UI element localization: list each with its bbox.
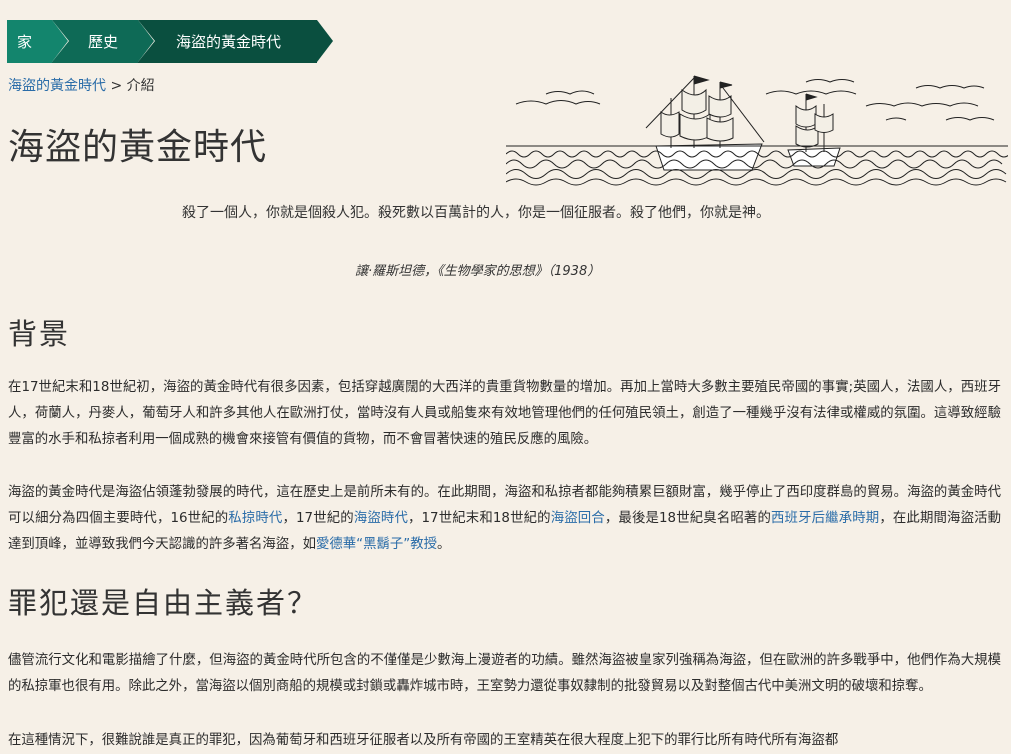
privateer-era-link[interactable]: 私掠時代 bbox=[228, 511, 282, 526]
sub-breadcrumb-separator: > bbox=[110, 78, 123, 94]
epigraph-citation: 讓·羅斯坦德，《生物學家的思想》（1938） bbox=[355, 264, 601, 279]
breadcrumb-home-link[interactable]: 家 bbox=[7, 20, 68, 63]
paragraph-text: ，最後是18世紀臭名昭著的 bbox=[604, 511, 772, 526]
paragraph-text: ，17世紀末和18世紀的 bbox=[408, 511, 551, 526]
section-heading-criminals: 罪犯還是自由主義者？ bbox=[8, 586, 319, 620]
sub-breadcrumb: 海盜的黃金時代 > 介紹 bbox=[8, 75, 155, 95]
breadcrumb-history-label: 歷史 bbox=[88, 33, 119, 51]
sailing-ships-icon bbox=[506, 75, 1008, 186]
paragraph-text: ，17世紀的 bbox=[282, 511, 354, 526]
paragraph-text: 。 bbox=[436, 537, 451, 552]
section-heading-background: 背景 bbox=[8, 317, 71, 351]
criminals-paragraph-2: 在這種情況下，很難說誰是真正的罪犯，因為葡萄牙和西班牙征服者以及所有帝國的王室精… bbox=[8, 733, 839, 748]
background-paragraph-1: 在17世紀末和18世紀初，海盜的黃金時代有很多因素，包括穿越廣闊的大西洋的貴重貨… bbox=[8, 380, 1001, 447]
sub-breadcrumb-current: 介紹 bbox=[126, 78, 155, 94]
breadcrumb-current: 海盜的黃金時代 bbox=[138, 20, 333, 63]
criminals-paragraph-1: 儘管流行文化和電影描繪了什麼，但海盜的黃金時代所包含的不僅僅是少數海上漫遊者的功… bbox=[8, 653, 1001, 694]
spanish-succession-link[interactable]: 西班牙后繼承時期 bbox=[771, 511, 879, 526]
page-title: 海盜的黃金時代 bbox=[8, 127, 268, 168]
epigraph-quote: 殺了一個人，你就是個殺人犯。殺死數以百萬計的人，你是一個征服者。殺了他們，你就是… bbox=[182, 205, 770, 221]
pirate-era-link[interactable]: 海盜時代 bbox=[354, 511, 408, 526]
breadcrumb: 家 歷史 海盜的黃金時代 bbox=[7, 20, 333, 63]
sub-breadcrumb-link[interactable]: 海盜的黃金時代 bbox=[8, 78, 106, 94]
blackbeard-link[interactable]: 愛德華“黑鬍子”教授 bbox=[316, 537, 437, 552]
breadcrumb-home-label: 家 bbox=[17, 33, 33, 51]
pirate-round-link[interactable]: 海盜回合 bbox=[551, 511, 605, 526]
background-paragraph-2: 海盜的黃金時代是海盜佔領蓬勃發展的時代，這在歷史上是前所未有的。在此期間，海盜和… bbox=[8, 480, 1001, 558]
breadcrumb-current-label: 海盜的黃金時代 bbox=[176, 33, 282, 51]
